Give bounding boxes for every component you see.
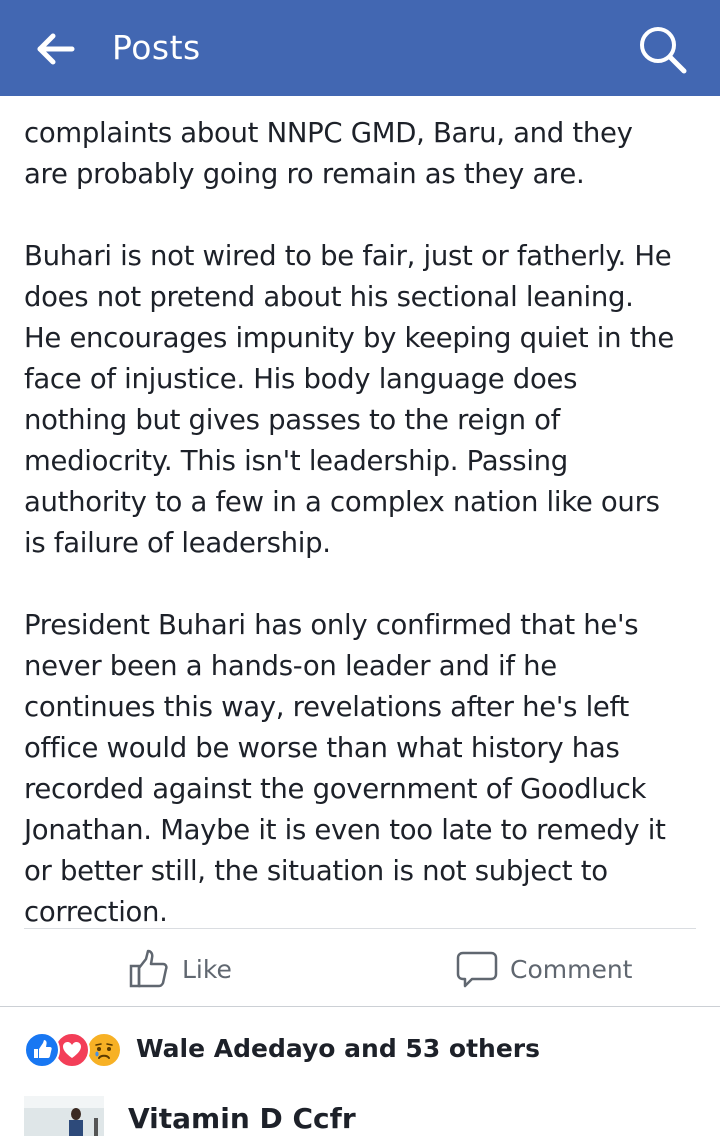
reactions-summary[interactable]: Wale Adedayo and 53 others bbox=[24, 1024, 704, 1072]
post-line: correction. bbox=[24, 896, 168, 928]
post-line: or better still, the situation is not su… bbox=[24, 855, 608, 887]
post-line: complaints about NNPC GMD, Baru, and the… bbox=[24, 117, 633, 149]
arrow-left-icon bbox=[37, 33, 75, 65]
comment-button[interactable]: Comment bbox=[456, 944, 656, 994]
thumbs-up-icon bbox=[129, 949, 168, 988]
like-button[interactable]: Like bbox=[128, 944, 298, 994]
like-label: Like bbox=[182, 954, 232, 984]
post-line: face of injustice. His body language doe… bbox=[24, 363, 578, 395]
post-line: office would be worse than what history … bbox=[24, 732, 620, 764]
sad-reaction-icon bbox=[86, 1032, 122, 1068]
post-line: nothing but gives passes to the reign of bbox=[24, 404, 561, 436]
like-reaction-icon bbox=[24, 1032, 60, 1068]
post-line: President Buhari has only confirmed that… bbox=[24, 609, 639, 641]
speech-bubble-icon bbox=[456, 951, 498, 988]
post-line: Buhari is not wired to be fair, just or … bbox=[24, 240, 672, 272]
post-line: mediocrity. This isn't leadership. Passi… bbox=[24, 445, 568, 477]
post-line: are probably going ro remain as they are… bbox=[24, 158, 585, 190]
post-text: complaints about NNPC GMD, Baru, and the… bbox=[24, 72, 704, 933]
search-icon bbox=[640, 27, 687, 74]
reaction-icons bbox=[24, 1028, 128, 1068]
post-line: does not pretend about his sectional lea… bbox=[24, 281, 634, 313]
post-line: He encourages impunity by keeping quiet … bbox=[24, 322, 674, 354]
post-line: is failure of leadership. bbox=[24, 527, 331, 559]
divider bbox=[24, 928, 696, 929]
comment-item[interactable]: Vitamin D Ccfr bbox=[24, 1096, 704, 1136]
comment-label: Comment bbox=[510, 954, 633, 984]
post-line: recorded against the government of Goodl… bbox=[24, 773, 647, 805]
post-line: Jonathan. Maybe it is even too late to r… bbox=[24, 814, 666, 846]
back-button[interactable] bbox=[30, 26, 80, 72]
reactions-summary-text: Wale Adedayo and 53 others bbox=[136, 1033, 541, 1063]
search-button[interactable] bbox=[632, 22, 692, 76]
post-line: authority to a few in a complex nation l… bbox=[24, 486, 660, 518]
page-title: Posts bbox=[112, 28, 201, 67]
post-line: continues this way, revelations after he… bbox=[24, 691, 629, 723]
post-line: never been a hands-on leader and if he bbox=[24, 650, 557, 682]
avatar[interactable] bbox=[24, 1096, 104, 1136]
comment-author-name[interactable]: Vitamin D Ccfr bbox=[128, 1102, 356, 1135]
divider bbox=[0, 1006, 720, 1007]
scroll-fade bbox=[0, 96, 720, 106]
